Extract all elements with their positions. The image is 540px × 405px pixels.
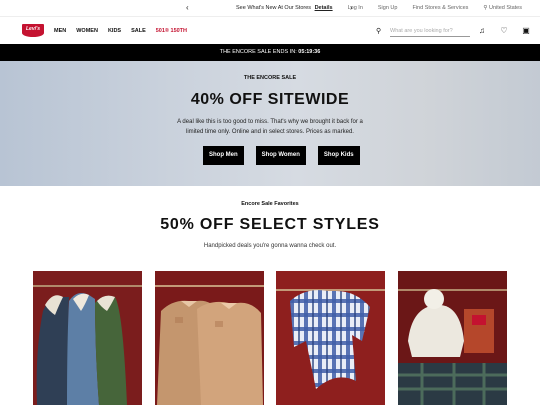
section-title: 50% OFF SELECT STYLES — [160, 216, 380, 233]
utility-bar: ‹ See What's New At Our Stores Details ›… — [0, 0, 540, 16]
log-in-link[interactable]: Log In — [348, 5, 363, 11]
search-input[interactable]: What are you looking for? — [390, 28, 453, 34]
product-tile-beanie[interactable] — [398, 271, 507, 405]
hero-eyebrow: THE ENCORE SALE — [243, 75, 297, 81]
shop-men-button[interactable]: Shop Men — [203, 146, 244, 165]
sign-up-link[interactable]: Sign Up — [378, 5, 398, 11]
shopping-bag-icon[interactable]: ▣ — [522, 26, 530, 35]
countdown-banner: THE ENCORE SALE ENDS IN: 05:19:36 — [0, 44, 540, 61]
search-box[interactable]: ⚲ What are you looking for? — [376, 26, 470, 38]
wishlist-heart-icon[interactable]: ♡ — [500, 26, 508, 35]
shop-women-button[interactable]: Shop Women — [255, 146, 306, 165]
shirts-image — [155, 285, 264, 405]
product-tile-flannel[interactable] — [276, 271, 385, 405]
location-pin-icon: ⚲ — [483, 5, 488, 11]
search-icon[interactable]: ⚲ — [376, 27, 381, 35]
find-stores-link[interactable]: Find Stores & Services — [412, 5, 468, 11]
menu-item-men[interactable]: MEN — [54, 28, 66, 34]
shop-kids-button[interactable]: Shop Kids — [317, 146, 360, 165]
countdown-label: THE ENCORE SALE ENDS IN: — [219, 49, 297, 55]
category-menu: MEN WOMEN KIDS SALE 501® 150TH — [54, 28, 187, 34]
utility-links: Log In Sign Up Find Stores & Services ⚲ … — [348, 5, 522, 11]
hero-headline: 40% OFF SITEWIDE — [190, 91, 350, 108]
countdown-time: 05:19:36 — [298, 49, 321, 55]
notification-bell-icon[interactable]: ♫ — [478, 26, 486, 35]
promo-details-link[interactable]: Details — [315, 5, 333, 11]
beanie-image — [398, 289, 507, 405]
product-tile-jackets[interactable] — [33, 271, 142, 405]
product-tile-shirts[interactable] — [155, 271, 264, 405]
flannel-image — [276, 289, 385, 389]
jackets-image — [33, 285, 142, 405]
menu-item-sale[interactable]: SALE — [131, 28, 146, 34]
section-subtitle: Handpicked deals you're gonna wanna chec… — [203, 243, 337, 249]
promo-message: See What's New At Our Stores Details — [236, 5, 333, 11]
hero-buttons: Shop Men Shop Women Shop Kids — [203, 146, 360, 165]
main-nav: Levi's MEN WOMEN KIDS SALE 501® 150TH ⚲ … — [0, 16, 540, 44]
section-eyebrow: Encore Sale Favorites — [241, 201, 299, 207]
levis-logo[interactable]: Levi's — [22, 24, 44, 37]
hero-body: A deal like this is too good to miss. Th… — [177, 119, 363, 135]
nav-icons: ♫ ♡ ▣ — [478, 26, 530, 35]
menu-item-kids[interactable]: KIDS — [108, 28, 121, 34]
menu-item-women[interactable]: WOMEN — [76, 28, 98, 34]
search-underline — [390, 36, 470, 37]
promo-text: See What's New At Our Stores — [236, 5, 312, 11]
country-selector[interactable]: ⚲ United States — [483, 5, 522, 11]
promo-prev-arrow-icon[interactable]: ‹ — [186, 3, 189, 12]
country-label: United States — [488, 5, 522, 11]
menu-item-501-150th[interactable]: 501® 150TH — [156, 28, 187, 34]
hero-banner: THE ENCORE SALE 40% OFF SITEWIDE A deal … — [0, 61, 540, 186]
